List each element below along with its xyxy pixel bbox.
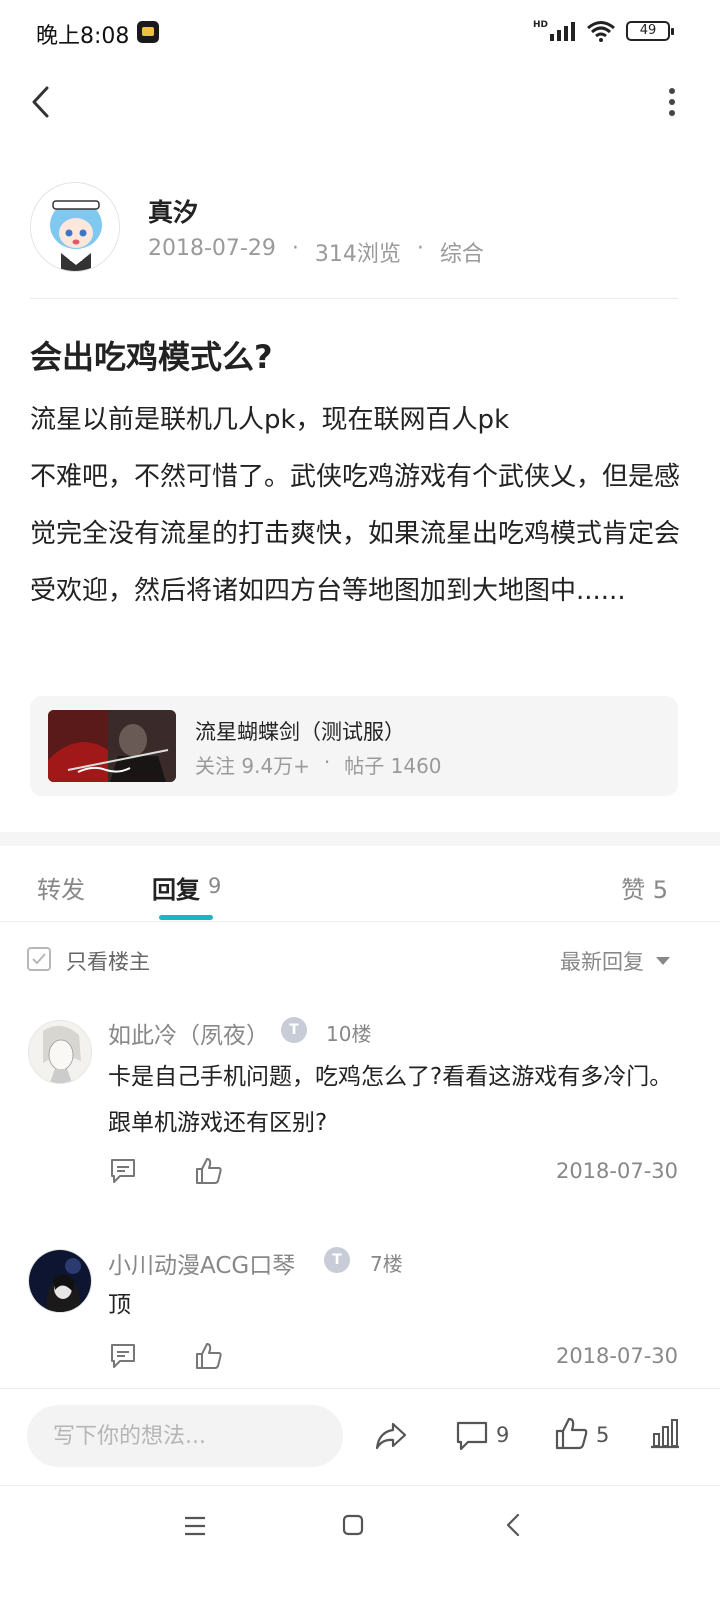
post-date: 2018-07-29 <box>148 236 276 261</box>
reply-text: 顶 <box>108 1292 131 1318</box>
more-icon <box>669 88 675 116</box>
tab-forward[interactable]: 转发 <box>37 870 85 905</box>
comment-icon <box>111 1344 135 1368</box>
like-icon <box>555 1417 588 1450</box>
notification-app-icon <box>137 21 159 43</box>
like-count: 5 <box>596 1423 610 1447</box>
forum-name: 流星蝴蝶剑（测试服） <box>195 720 405 744</box>
author-meta: 2018-07-29 · 314浏览 · 综合 <box>148 236 484 268</box>
post-body-line: 不难吧，不然可惜了。武侠吃鸡游戏有个武侠乂，但是感觉完全没有流星的打击爽快，如果… <box>30 462 681 606</box>
post-title: 会出吃鸡模式么? <box>30 338 273 376</box>
status-icons: HD 49 <box>532 20 674 42</box>
checkbox-icon <box>32 953 46 965</box>
nav-back-button[interactable] <box>500 1511 528 1539</box>
caret-down-icon[interactable] <box>656 957 670 965</box>
comment-icon <box>111 1159 135 1183</box>
comment-input[interactable] <box>27 1405 343 1467</box>
hd-label: HD <box>532 20 548 30</box>
share-button[interactable] <box>373 1418 409 1454</box>
reply-floor: 10楼 <box>326 1022 372 1046</box>
reply-floor: 7楼 <box>370 1252 403 1276</box>
like-icon <box>196 1343 222 1369</box>
post-category[interactable]: 综合 <box>440 236 484 268</box>
post-body-line: 流星以前是联机几人pk，现在联网百人pk <box>30 405 510 435</box>
forum-posts: 帖子 1460 <box>344 754 442 778</box>
reply-date: 2018-07-30 <box>555 1159 678 1183</box>
more-button[interactable] <box>662 86 682 118</box>
nav-back-icon <box>506 1513 520 1537</box>
post-body: 流星以前是联机几人pk，现在联网百人pk 不难吧，不然可惜了。武侠吃鸡游戏有个武… <box>30 392 680 620</box>
home-icon <box>342 1514 364 1536</box>
reply-text: 卡是自己手机问题，吃鸡怎么了?看看这游戏有多冷门。跟单机游戏还有区别? <box>108 1064 673 1136</box>
avatar-image <box>29 1021 91 1083</box>
divider <box>0 921 720 922</box>
view-count: 314浏览 <box>314 242 401 267</box>
comment-count: 9 <box>496 1423 510 1447</box>
system-nav-bar <box>0 1485 720 1600</box>
forum-followers: 关注 9.4万+ <box>195 754 310 778</box>
tab-like[interactable]: 赞 5 <box>621 870 668 905</box>
reply-comment-button[interactable] <box>108 1156 138 1186</box>
sort-dropdown[interactable]: 最新回复 <box>560 946 644 976</box>
tab-reply-count: 9 <box>208 874 222 898</box>
comment-icon <box>456 1421 488 1451</box>
forum-thumbnail <box>48 710 176 782</box>
avatar-image <box>29 1250 91 1312</box>
signal-icon <box>550 22 575 41</box>
forum-card[interactable]: 流星蝴蝶剑（测试服） 关注 9.4万+ · 帖子 1460 <box>30 696 678 796</box>
share-icon <box>375 1422 407 1450</box>
tab-reply[interactable]: 回复 <box>152 870 200 905</box>
section-gap <box>0 832 720 846</box>
back-icon <box>32 86 49 118</box>
comment-button[interactable] <box>454 1418 490 1454</box>
stats-button[interactable] <box>648 1416 682 1450</box>
divider <box>30 298 678 299</box>
author-name[interactable]: 真汐 <box>148 193 198 229</box>
meta-separator: · <box>291 236 299 261</box>
menu-icon <box>185 1516 205 1536</box>
reply-date: 2018-07-30 <box>555 1344 678 1368</box>
like-icon <box>196 1158 222 1184</box>
divider <box>0 1388 720 1389</box>
reply-like-button[interactable] <box>194 1156 224 1186</box>
wifi-icon <box>587 21 615 42</box>
author-avatar[interactable] <box>30 182 120 272</box>
reply-avatar[interactable] <box>28 1020 92 1084</box>
back-button[interactable] <box>20 80 64 124</box>
reply-like-button[interactable] <box>194 1341 224 1371</box>
like-button[interactable] <box>554 1416 590 1452</box>
nav-menu-button[interactable] <box>181 1512 209 1540</box>
forum-cover-image <box>48 710 176 782</box>
tab-active-indicator <box>159 915 213 920</box>
reply-comment-button[interactable] <box>108 1341 138 1371</box>
forum-stats: 关注 9.4万+ · 帖子 1460 <box>195 750 442 779</box>
only-owner-checkbox[interactable] <box>27 947 51 971</box>
stats-icon <box>651 1419 679 1449</box>
reply-username[interactable]: 小川动漫ACG口琴 <box>108 1246 295 1280</box>
nav-home-button[interactable] <box>339 1511 367 1539</box>
only-owner-label[interactable]: 只看楼主 <box>66 946 150 976</box>
avatar-image <box>31 183 119 271</box>
reply-avatar[interactable] <box>28 1249 92 1313</box>
level-badge-icon: T <box>281 1017 307 1043</box>
status-time: 晚上8:08 <box>36 24 130 49</box>
level-badge-icon: T <box>324 1247 350 1273</box>
reply-username[interactable]: 如此冷（夙夜） <box>108 1016 269 1050</box>
meta-separator: · <box>416 236 424 261</box>
stats-separator: · <box>323 750 331 774</box>
battery-indicator: 49 <box>626 21 674 41</box>
